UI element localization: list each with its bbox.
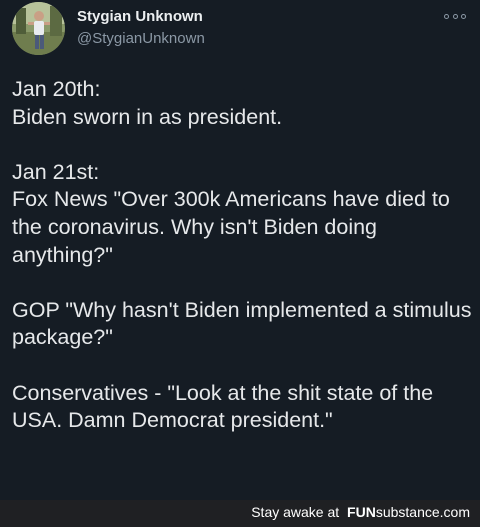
tweet-text: Jan 20th: Biden sworn in as president. J…: [12, 76, 474, 435]
tweet-paragraph: Jan 20th: Biden sworn in as president.: [12, 77, 283, 129]
brand-substance: substance: [375, 504, 440, 520]
tweet-card: Stygian Unknown @StygianUnknown Jan 20th…: [0, 0, 480, 500]
watermark: Stay awake at FUNsubstance.com: [251, 504, 470, 520]
user-handle[interactable]: @StygianUnknown: [77, 30, 205, 47]
avatar[interactable]: [12, 2, 65, 55]
brand-fun: FUN: [347, 504, 376, 520]
more-dot: [444, 13, 449, 19]
more-options-icon[interactable]: [444, 10, 466, 22]
watermark-brand[interactable]: FUNsubstance.com: [347, 504, 470, 520]
watermark-prefix: Stay awake at: [251, 504, 340, 520]
more-dot: [452, 13, 458, 19]
tweet-paragraph: Conservatives - "Look at the shit state …: [12, 380, 434, 433]
more-dot: [461, 13, 466, 19]
avatar-photo-icon: [12, 2, 65, 55]
watermark-bar: Stay awake at FUNsubstance.com: [0, 500, 480, 527]
brand-tld: .com: [439, 504, 470, 520]
tweet-paragraph: GOP "Why hasn't Biden implemented a stim…: [12, 297, 472, 350]
display-name[interactable]: Stygian Unknown: [77, 8, 203, 25]
tweet-paragraph: Jan 21st: Fox News "Over 300k Americans …: [12, 159, 450, 267]
